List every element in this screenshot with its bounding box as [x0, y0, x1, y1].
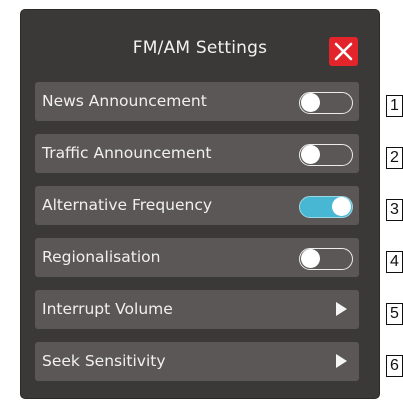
toggle-knob: [301, 249, 320, 268]
setting-row-traffic-announcement[interactable]: Traffic Announcement: [35, 134, 359, 173]
callout-number: 6: [386, 355, 403, 377]
callout-number: 5: [386, 303, 403, 325]
callout-number: 4: [386, 251, 403, 273]
callout-number: 1: [386, 95, 403, 117]
close-button[interactable]: [329, 37, 358, 66]
traffic-announcement-toggle[interactable]: [299, 144, 353, 166]
setting-label: Interrupt Volume: [42, 300, 173, 318]
fm-am-settings-panel: FM/AM Settings News Announcement Traffic…: [21, 10, 379, 398]
toggle-knob: [301, 93, 320, 112]
setting-label: Traffic Announcement: [42, 144, 212, 162]
page-title: FM/AM Settings: [132, 38, 268, 58]
setting-label: Alternative Frequency: [42, 196, 213, 214]
setting-row-seek-sensitivity[interactable]: Seek Sensitivity: [35, 342, 359, 381]
alternative-frequency-toggle[interactable]: [299, 196, 353, 218]
setting-row-alternative-frequency[interactable]: Alternative Frequency: [35, 186, 359, 225]
setting-row-regionalisation[interactable]: Regionalisation: [35, 238, 359, 277]
setting-label: News Announcement: [42, 92, 207, 110]
news-announcement-toggle[interactable]: [299, 92, 353, 114]
toggle-knob: [332, 197, 351, 216]
close-icon: [334, 42, 353, 61]
setting-label: Regionalisation: [42, 248, 161, 266]
screen: FM/AM Settings News Announcement Traffic…: [0, 0, 403, 404]
play-arrow-icon[interactable]: [336, 354, 347, 368]
regionalisation-toggle[interactable]: [299, 248, 353, 270]
setting-row-news-announcement[interactable]: News Announcement: [35, 82, 359, 121]
callout-number: 2: [386, 147, 403, 169]
play-arrow-icon[interactable]: [336, 302, 347, 316]
toggle-knob: [301, 145, 320, 164]
setting-row-interrupt-volume[interactable]: Interrupt Volume: [35, 290, 359, 329]
setting-label: Seek Sensitivity: [42, 352, 166, 370]
callout-number: 3: [386, 199, 403, 221]
